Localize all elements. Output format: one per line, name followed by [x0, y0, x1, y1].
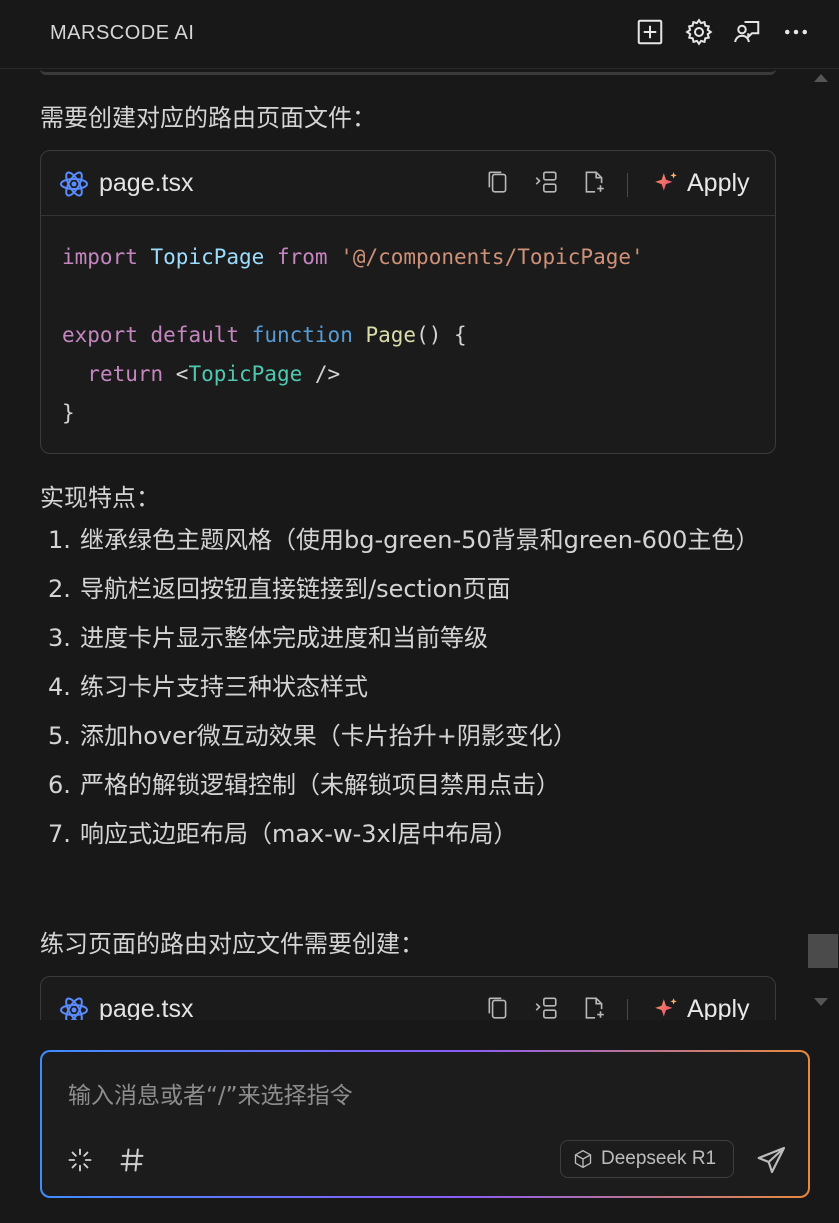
- apply-label: Apply: [687, 168, 750, 197]
- intro-text: 需要创建对应的路由页面文件：: [40, 104, 376, 132]
- panel-title: MARSCODE AI: [50, 22, 195, 44]
- feature-number: 6.: [48, 771, 71, 799]
- code-token: import: [62, 245, 138, 269]
- feature-number: 7.: [48, 820, 71, 848]
- copy-icon[interactable]: [485, 169, 513, 197]
- code-line: export default function Page() {: [62, 316, 775, 355]
- hashtag-icon[interactable]: [118, 1146, 148, 1176]
- feedback-icon[interactable]: [731, 16, 763, 48]
- feature-number: 4.: [48, 673, 71, 701]
- code-token: '@/components/TopicPage': [340, 245, 644, 269]
- feature-text: 继承绿色主题风格（使用bg-green-50背景和green-600主色）: [80, 526, 760, 554]
- feature-item: 2. 导航栏返回按钮直接链接到/section页面: [44, 569, 774, 609]
- chat-scroll-area[interactable]: 需要创建对应的路由页面文件： page.tsx Apply import Top…: [0, 68, 808, 1020]
- feature-item: 1. 继承绿色主题风格（使用bg-green-50背景和green-600主色）: [44, 520, 774, 560]
- react-file-icon: [60, 171, 88, 197]
- code-block-header: page.tsx Apply: [41, 977, 775, 1020]
- new-chat-icon[interactable]: [634, 16, 666, 48]
- code-line: import TopicPage from '@/components/Topi…: [62, 238, 775, 277]
- code-content[interactable]: import TopicPage from '@/components/Topi…: [41, 216, 775, 433]
- code-token: function: [251, 323, 353, 347]
- apply-label: Apply: [687, 994, 750, 1021]
- new-file-icon[interactable]: [581, 169, 609, 197]
- scroll-up-arrow[interactable]: [814, 74, 828, 82]
- code-line: return <TopicPage />: [62, 355, 775, 394]
- insert-code-icon[interactable]: [533, 995, 561, 1020]
- code-token: TopicPage: [188, 362, 303, 386]
- toolbar-divider: [627, 173, 628, 197]
- copy-icon[interactable]: [485, 995, 513, 1020]
- feature-text: 进度卡片显示整体完成进度和当前等级: [80, 624, 488, 652]
- code-token: () {: [416, 323, 467, 347]
- previous-block-edge: [40, 68, 776, 75]
- code-token: default: [150, 323, 240, 347]
- panel-header: MARSCODE AI: [0, 0, 839, 69]
- react-file-icon: [60, 997, 88, 1020]
- more-icon[interactable]: [780, 16, 812, 48]
- feature-number: 1.: [48, 526, 71, 554]
- feature-number: 3.: [48, 624, 71, 652]
- scrollbar-thumb[interactable]: [808, 934, 838, 968]
- chat-input-box[interactable]: 输入消息或者“/”来选择指令 Deepseek R1: [40, 1050, 810, 1198]
- feature-item: 4. 练习卡片支持三种状态样式: [44, 667, 774, 707]
- feature-item: 6. 严格的解锁逻辑控制（未解锁项目禁用点击）: [44, 765, 774, 805]
- code-token: export: [62, 323, 138, 347]
- magic-wand-icon[interactable]: [66, 1146, 96, 1176]
- feature-item: 7. 响应式边距布局（max-w-3xl居中布局）: [44, 814, 774, 854]
- feature-number: 5.: [48, 722, 71, 750]
- code-token: TopicPage: [150, 245, 265, 269]
- send-icon[interactable]: [756, 1144, 790, 1178]
- gear-icon[interactable]: [683, 16, 715, 48]
- cube-icon: [574, 1149, 592, 1169]
- code-token: Page: [365, 323, 417, 347]
- code-line: }: [62, 394, 775, 433]
- apply-button[interactable]: Apply: [653, 167, 750, 199]
- chat-input-placeholder[interactable]: 输入消息或者“/”来选择指令: [68, 1076, 353, 1110]
- code-block: page.tsx Apply: [40, 976, 776, 1020]
- code-token: }: [62, 401, 75, 425]
- feature-text: 严格的解锁逻辑控制（未解锁项目禁用点击）: [80, 771, 560, 799]
- code-token: from: [276, 245, 328, 269]
- scroll-down-arrow[interactable]: [814, 998, 828, 1006]
- code-filename: page.tsx: [99, 169, 194, 197]
- sparkle-icon: [655, 172, 677, 191]
- feature-text: 导航栏返回按钮直接链接到/section页面: [80, 575, 511, 603]
- feature-text: 练习卡片支持三种状态样式: [80, 673, 368, 701]
- code-block: page.tsx Apply import TopicPage from '@/…: [40, 150, 776, 454]
- code-token: <: [163, 362, 189, 386]
- feature-item: 3. 进度卡片显示整体完成进度和当前等级: [44, 618, 774, 658]
- code-block-header: page.tsx Apply: [41, 151, 775, 216]
- new-file-icon[interactable]: [581, 995, 609, 1020]
- code-token: />: [302, 362, 341, 386]
- feature-text: 添加hover微互动效果（卡片抬升+阴影变化）: [80, 722, 577, 750]
- insert-code-icon[interactable]: [533, 169, 561, 197]
- features-heading: 实现特点：: [40, 484, 160, 512]
- feature-item: 5. 添加hover微互动效果（卡片抬升+阴影变化）: [44, 716, 774, 756]
- model-selector-button[interactable]: Deepseek R1: [560, 1140, 734, 1178]
- feature-number: 2.: [48, 575, 71, 603]
- code-filename: page.tsx: [99, 995, 194, 1020]
- sparkle-icon: [655, 998, 677, 1017]
- code-token: return: [87, 362, 164, 386]
- practice-text: 练习页面的路由对应文件需要创建：: [40, 930, 424, 958]
- toolbar-divider: [627, 999, 628, 1020]
- model-label: Deepseek R1: [601, 1148, 717, 1169]
- feature-list: 1. 继承绿色主题风格（使用bg-green-50背景和green-600主色） 2…: [44, 520, 774, 863]
- apply-button[interactable]: Apply: [653, 993, 750, 1020]
- feature-text: 响应式边距布局（max-w-3xl居中布局）: [80, 820, 518, 848]
